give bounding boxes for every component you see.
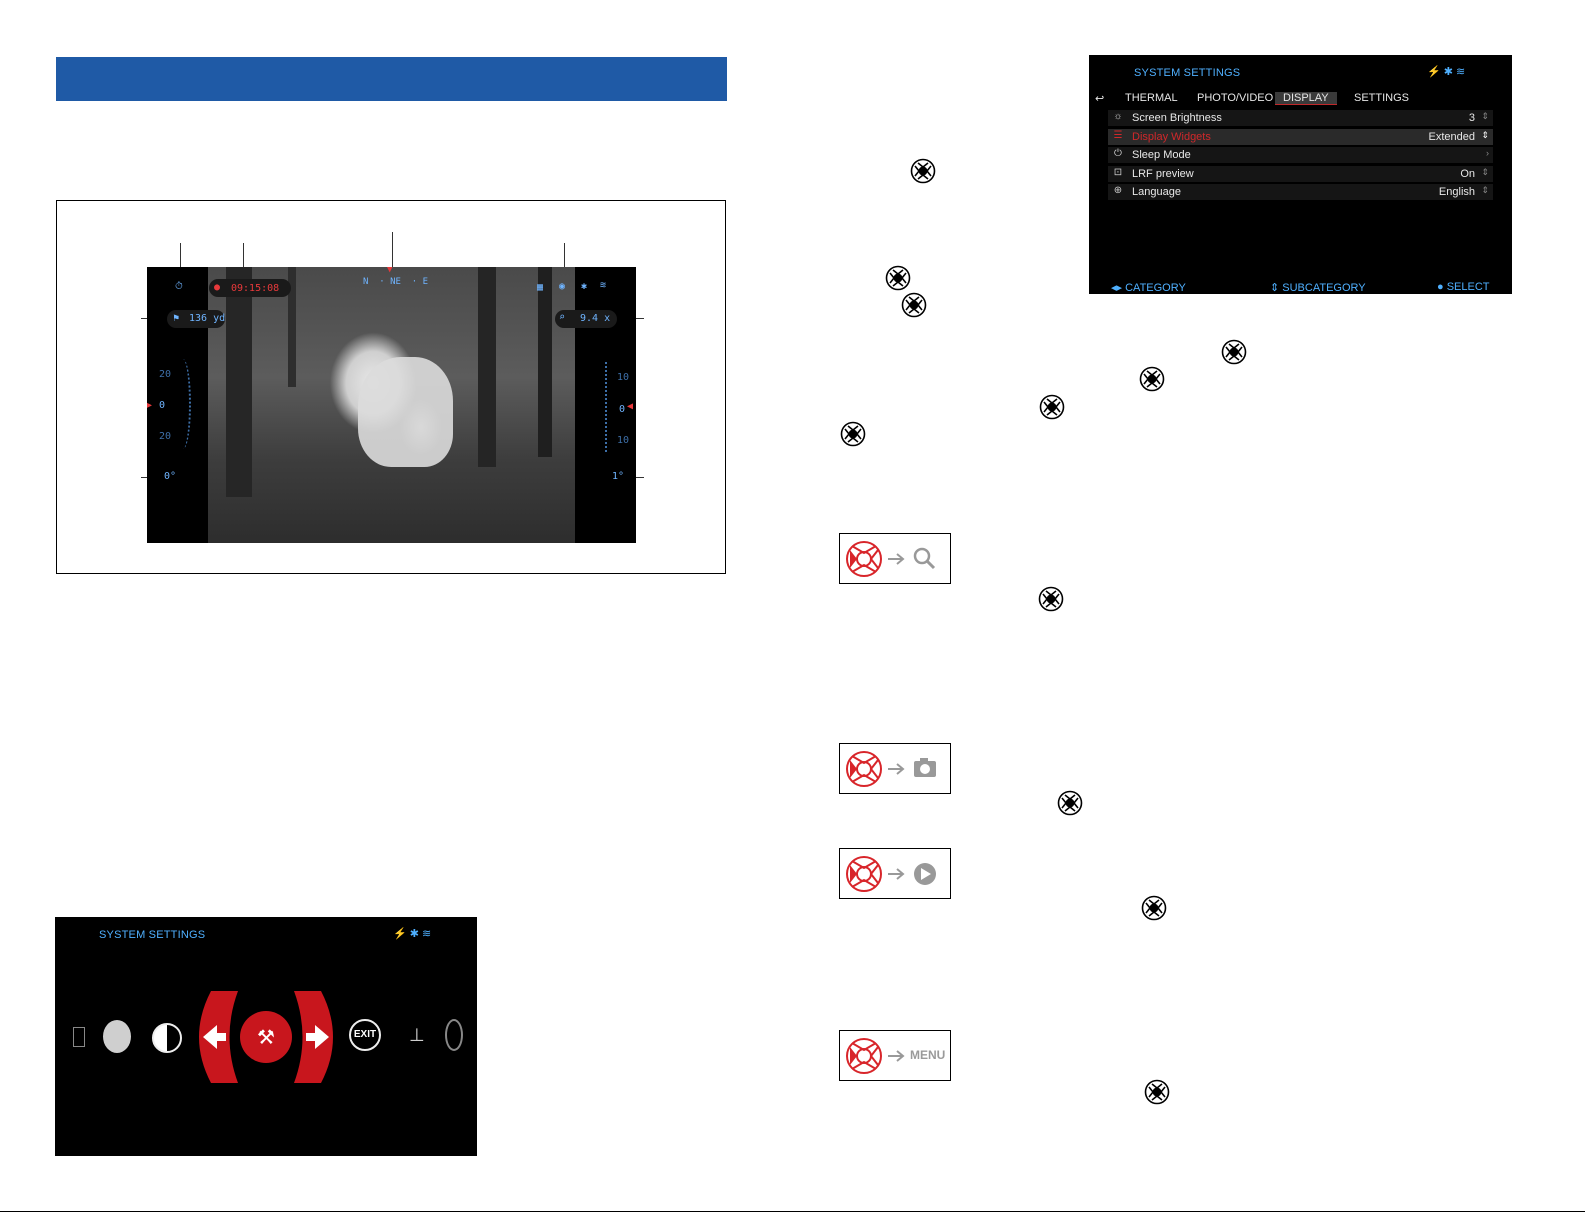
right-scale-bottom: 10: [617, 435, 630, 446]
back-icon[interactable]: ↩: [1095, 92, 1104, 105]
menu-label: MENU: [910, 1048, 946, 1062]
bluetooth-icon: ✱: [409, 928, 419, 940]
status-icons: ⚡ ✱ ≋: [1427, 65, 1465, 78]
settings-title: SYSTEM SETTINGS: [1134, 67, 1241, 79]
updown-arrows-icon: ⇕: [1481, 130, 1489, 140]
left-pointer-icon: ▶: [147, 400, 153, 411]
magnifier-icon: [913, 547, 931, 565]
footer-select: ● SELECT: [1437, 281, 1490, 293]
compass-tape: N · NE · E: [363, 277, 429, 287]
joystick-icon: [1141, 895, 1167, 921]
brightness-icon: ☼: [1113, 111, 1123, 122]
range-readout: 136 yd: [189, 313, 226, 324]
step-box-photo: [839, 743, 951, 794]
joystick-icon: [1038, 586, 1064, 612]
joystick-icon: [1144, 1079, 1170, 1105]
section-header-bar: [56, 57, 727, 101]
compass-e: E: [422, 277, 429, 287]
setting-row-display-widgets[interactable]: ☰ Display Widgets Extended ⇕: [1108, 129, 1493, 145]
joystick-icon: [910, 158, 936, 184]
thermal-image: [208, 267, 575, 543]
scope-display: ⏱ ● 09:15:08 N · NE · E ▼ ▦ ◉ ✱ ≋ ⚑ 136 …: [147, 267, 636, 543]
setting-row-sleep-mode[interactable]: ⏻ Sleep Mode ›: [1108, 147, 1493, 163]
stopwatch-icon: ⏱: [175, 281, 183, 292]
tab-display[interactable]: DISPLAY: [1275, 92, 1337, 105]
right-angle: 1°: [612, 471, 625, 482]
exit-button[interactable]: EXIT: [349, 1019, 381, 1051]
compass-ne: NE: [390, 277, 401, 287]
joystick-icon: [1057, 790, 1083, 816]
footer-category: ◂▸ CATEGORY: [1111, 282, 1186, 294]
power-bolt-icon: ⚡: [393, 928, 407, 940]
left-scale-bottom: 20: [159, 431, 172, 442]
page-bottom-rule: [0, 1211, 1585, 1212]
right-scale-top: 10: [617, 372, 630, 383]
record-dot-icon: ●: [214, 282, 221, 293]
step-box-video: [839, 848, 951, 899]
updown-arrows-icon: ⇕: [1481, 167, 1489, 177]
left-cant-scale: [175, 359, 191, 449]
updown-arrows-icon: ⇕: [1481, 185, 1489, 195]
footer-subcategory: ⇕ SUBCATEGORY: [1270, 282, 1366, 294]
status-icons: ⚡ ✱ ≋: [393, 927, 431, 940]
joystick-icon: [885, 265, 911, 291]
compass-n: N: [363, 277, 369, 287]
joystick-icon: [1139, 366, 1165, 392]
wifi-settings-icon[interactable]: [103, 1020, 131, 1053]
wifi-icon: ≋: [1456, 66, 1466, 78]
joystick-icon: [901, 292, 927, 318]
tab-thermal[interactable]: THERMAL: [1125, 92, 1178, 104]
setting-row-screen-brightness[interactable]: ☼ Screen Brightness 3 ⇕: [1108, 110, 1493, 126]
joystick-icon: [1039, 394, 1065, 420]
brush-icon[interactable]: ⊥: [409, 1025, 425, 1046]
setting-row-lrf-preview[interactable]: ⊡ LRF preview On ⇕: [1108, 166, 1493, 182]
joystick-icon: [1221, 339, 1247, 365]
bluetooth-icon: ✱: [581, 281, 588, 292]
sd-card-icon[interactable]: [73, 1027, 85, 1047]
right-pointer-icon: ◀: [627, 401, 634, 412]
callout-line: [392, 232, 393, 268]
system-settings-display: SYSTEM SETTINGS ⚡ ✱ ≋ ↩ THERMAL PHOTO/VI…: [1089, 55, 1512, 294]
zoom-readout: 9.4 x: [580, 313, 611, 324]
chevron-right-icon: ›: [1486, 148, 1489, 158]
updown-arrows-icon: ⇕: [1481, 111, 1489, 121]
system-settings-carousel: SYSTEM SETTINGS ⚡ ✱ ≋ ⚒ EXIT ⊥: [55, 917, 477, 1156]
setting-row-language[interactable]: ⊕ Language English ⇕: [1108, 184, 1493, 200]
tab-settings[interactable]: SETTINGS: [1354, 92, 1409, 104]
compass-pointer-icon: ▼: [387, 267, 393, 275]
joystick-icon: [840, 421, 866, 447]
tab-photo-video[interactable]: PHOTO/VIDEO: [1197, 92, 1273, 104]
carousel-title: SYSTEM SETTINGS: [99, 929, 206, 941]
right-inclination-scale: [605, 362, 611, 452]
power-bolt-icon: ⚡: [1427, 66, 1441, 78]
globe-icon: ⊕: [1113, 185, 1123, 196]
gps-icon: ◉: [559, 281, 566, 292]
widgets-icon: ☰: [1113, 130, 1123, 141]
step-box-zoom: [839, 533, 951, 584]
range-flag-icon: ⚑: [173, 313, 180, 324]
power-icon: ⏻: [1114, 148, 1122, 159]
right-scale-mid: 0: [619, 404, 626, 415]
left-scale-mid: 0: [159, 400, 166, 411]
boar-silhouette: [358, 357, 453, 467]
left-angle: 0°: [164, 471, 177, 482]
wifi-icon: ≋: [422, 928, 432, 940]
bluetooth-icon: ✱: [1443, 66, 1453, 78]
left-scale-top: 20: [159, 369, 172, 380]
lrf-icon: ⊡: [1113, 167, 1123, 178]
recording-timer: 09:15:08: [231, 283, 280, 294]
magnifier-icon: ⌕: [559, 312, 566, 323]
step-box-menu: MENU: [839, 1030, 951, 1081]
svg-text:⚒: ⚒: [257, 1025, 275, 1049]
gear-icon[interactable]: [445, 1019, 463, 1051]
contrast-icon[interactable]: [152, 1023, 182, 1053]
calendar-icon: ▦: [537, 282, 544, 293]
carousel-selector[interactable]: ⚒: [193, 991, 339, 1083]
wifi-icon: ≋: [600, 280, 607, 291]
